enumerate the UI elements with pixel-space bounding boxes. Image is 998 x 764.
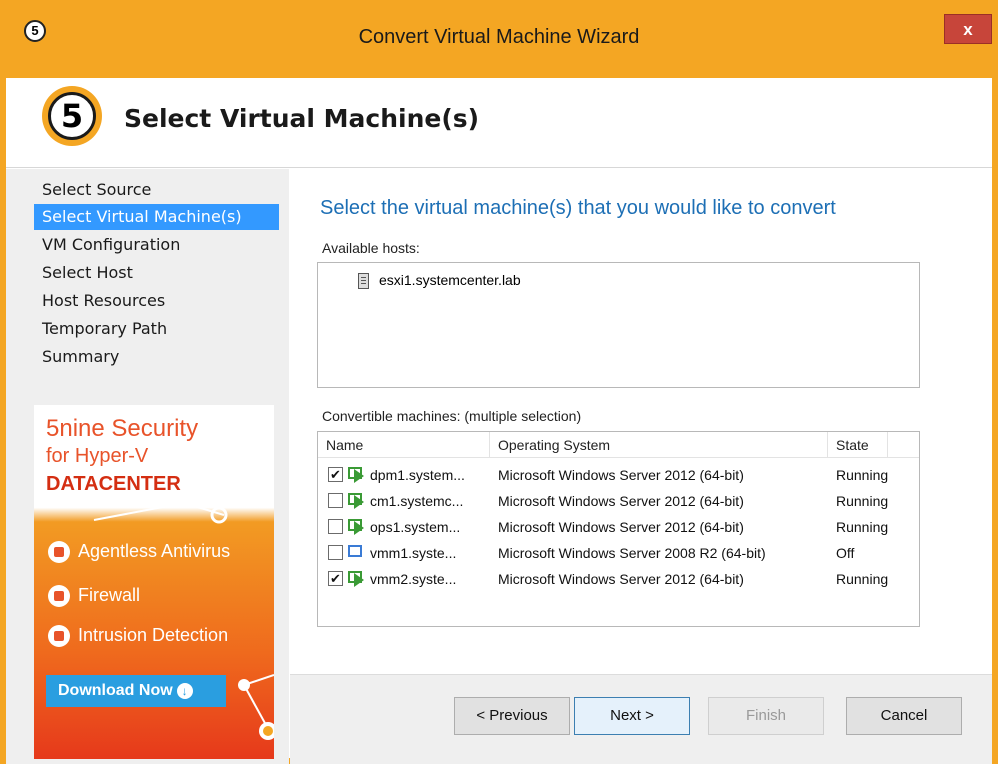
vm-os: Microsoft Windows Server 2012 (64-bit) (498, 519, 744, 535)
vm-os: Microsoft Windows Server 2012 (64-bit) (498, 493, 744, 509)
window-title: Convert Virtual Machine Wizard (358, 26, 640, 48)
vm-running-icon (348, 519, 366, 535)
vm-state: Running (836, 493, 889, 509)
shield-icon (48, 541, 70, 564)
sidebar-item-temporary-path[interactable]: Temporary Path (34, 316, 279, 342)
machines-table[interactable]: Name Operating System State ✔ dpm1.syste… (317, 431, 920, 627)
column-header-os[interactable]: Operating System (490, 432, 828, 458)
vm-name: vmm2.syste... (370, 571, 457, 587)
sidebar-item-select-virtual-machines[interactable]: Select Virtual Machine(s) (34, 204, 279, 230)
row-checkbox[interactable]: ✔ (328, 467, 343, 482)
table-header: Name Operating System State (318, 432, 919, 458)
column-header-name[interactable]: Name (318, 432, 490, 458)
firewall-icon (48, 585, 70, 608)
sidebar-item-summary[interactable]: Summary (34, 344, 279, 370)
vm-name: vmm1.syste... (370, 545, 457, 561)
vm-os: Microsoft Windows Server 2012 (64-bit) (498, 571, 744, 587)
ad-feature-intrusion-detection: Intrusion Detection (48, 625, 228, 648)
vm-state: Running (836, 571, 889, 587)
ad-brand: 5nine Security (46, 415, 199, 442)
sidebar-item-host-resources[interactable]: Host Resources (34, 288, 279, 314)
column-header-state[interactable]: State (828, 432, 888, 458)
available-hosts-label: Available hosts: (322, 240, 420, 256)
table-row[interactable]: ops1.system... Microsoft Windows Server … (318, 514, 919, 540)
table-row[interactable]: vmm1.syste... Microsoft Windows Server 2… (318, 540, 919, 566)
ad-feature-antivirus: Agentless Antivirus (48, 541, 230, 564)
content-heading: Select the virtual machine(s) that you w… (320, 197, 836, 219)
vm-state: Running (836, 467, 889, 483)
sidebar-item-vm-configuration[interactable]: VM Configuration (34, 232, 279, 258)
vm-running-icon (348, 467, 366, 483)
cancel-button[interactable]: Cancel (846, 697, 962, 735)
advertisement-banner[interactable]: 5nine Security for Hyper-V DATACENTER Ag… (34, 405, 274, 759)
table-row[interactable]: cm1.systemc... Microsoft Windows Server … (318, 488, 919, 514)
wizard-header: 5 Select Virtual Machine(s) (6, 78, 992, 168)
vm-state: Off (836, 545, 855, 561)
host-item[interactable]: esxi1.systemcenter.lab (358, 272, 521, 290)
vm-name: dpm1.system... (370, 467, 465, 483)
wizard-footer: < Previous Next > Finish Cancel (290, 674, 992, 764)
ad-subtitle: for Hyper-V (46, 445, 149, 467)
main-content: Select the virtual machine(s) that you w… (290, 169, 992, 674)
finish-button[interactable]: Finish (708, 697, 824, 735)
row-checkbox[interactable] (328, 493, 343, 508)
table-row[interactable]: ✔ dpm1.system... Microsoft Windows Serve… (318, 462, 919, 488)
ad-edition: DATACENTER (46, 473, 181, 495)
close-button[interactable]: x (944, 14, 992, 44)
table-row[interactable]: ✔ vmm2.syste... Microsoft Windows Server… (318, 566, 919, 592)
vm-name: cm1.systemc... (370, 493, 464, 509)
vm-os: Microsoft Windows Server 2008 R2 (64-bit… (498, 545, 766, 561)
server-icon (358, 273, 369, 290)
download-arrow-icon: ↓ (176, 682, 193, 699)
ad-feature-firewall: Firewall (48, 585, 140, 608)
download-now-button[interactable]: Download Now ↓ (46, 675, 226, 707)
intrusion-icon (48, 625, 70, 648)
vm-state: Running (836, 519, 889, 535)
vm-running-icon (348, 493, 366, 509)
page-title: Select Virtual Machine(s) (124, 104, 480, 133)
previous-button[interactable]: < Previous (454, 697, 570, 735)
next-button[interactable]: Next > (574, 697, 690, 735)
vm-off-icon (348, 545, 366, 561)
vm-os: Microsoft Windows Server 2012 (64-bit) (498, 467, 744, 483)
row-checkbox[interactable]: ✔ (328, 571, 343, 586)
sidebar-item-select-source[interactable]: Select Source (34, 177, 279, 203)
step-badge-icon: 5 (42, 86, 102, 146)
vm-running-icon (348, 571, 366, 587)
row-checkbox[interactable] (328, 545, 343, 560)
hosts-list[interactable]: esxi1.systemcenter.lab (317, 262, 920, 388)
title-bar: 5 Convert Virtual Machine Wizard x (0, 0, 998, 78)
vm-name: ops1.system... (370, 519, 461, 535)
step-number: 5 (48, 92, 96, 140)
sidebar-item-select-host[interactable]: Select Host (34, 260, 279, 286)
convertible-machines-label: Convertible machines: (multiple selectio… (322, 408, 582, 424)
row-checkbox[interactable] (328, 519, 343, 534)
